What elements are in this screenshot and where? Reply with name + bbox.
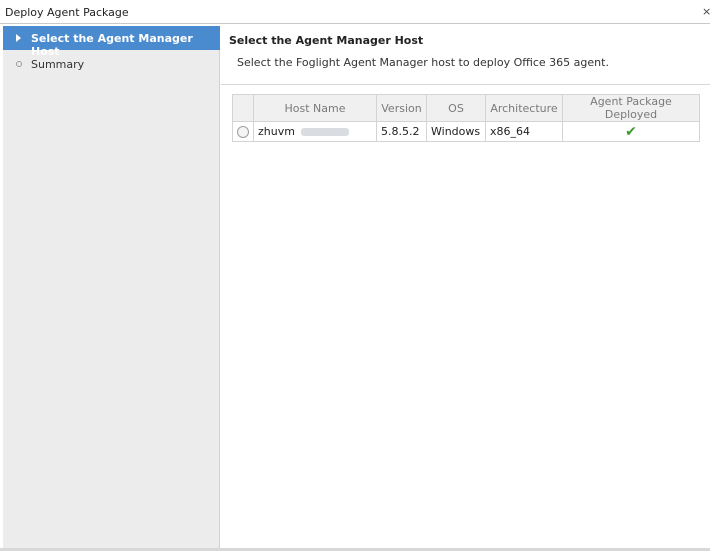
close-icon[interactable]: × — [702, 5, 710, 18]
page-description: Select the Foglight Agent Manager host t… — [237, 56, 609, 69]
triangle-right-icon — [16, 34, 21, 42]
wizard-steps-sidebar: Select the Agent Manager Host Summary — [3, 26, 220, 548]
host-name-cell: zhuvm — [253, 121, 377, 142]
column-header-version[interactable]: Version — [376, 94, 427, 122]
column-header-agent-package-deployed[interactable]: Agent Package Deployed — [562, 94, 700, 122]
row-select-cell — [232, 121, 254, 142]
column-header-architecture[interactable]: Architecture — [485, 94, 563, 122]
step-summary[interactable]: Summary — [3, 52, 220, 76]
main-panel: Select the Agent Manager Host Select the… — [221, 26, 710, 548]
step-label: Summary — [31, 58, 85, 71]
column-header-os[interactable]: OS — [426, 94, 486, 122]
window-title: Deploy Agent Package — [5, 6, 129, 19]
redacted-text — [300, 128, 349, 136]
os-cell: Windows — [426, 121, 486, 142]
host-name-text: zhuvm — [258, 125, 295, 138]
window-titlebar: Deploy Agent Package × — [0, 0, 710, 24]
step-select-agent-manager-host[interactable]: Select the Agent Manager Host — [3, 26, 220, 58]
architecture-cell: x86_64 — [485, 121, 563, 142]
green-check-icon: ✔ — [625, 123, 637, 140]
table-header-row: Host Name Version OS Architecture Agent … — [232, 94, 700, 122]
divider — [221, 84, 710, 85]
select-column-header — [232, 94, 254, 122]
row-radio-button[interactable] — [237, 126, 249, 138]
column-header-host-name[interactable]: Host Name — [253, 94, 377, 122]
hosts-table: Host Name Version OS Architecture Agent … — [232, 94, 700, 142]
table-row[interactable]: zhuvm 5.8.5.2 Windows x86_64 ✔ — [232, 121, 700, 142]
deployed-cell: ✔ — [562, 121, 700, 142]
version-cell: 5.8.5.2 — [376, 121, 427, 142]
circle-bullet-icon — [16, 61, 22, 67]
page-title: Select the Agent Manager Host — [229, 34, 424, 47]
